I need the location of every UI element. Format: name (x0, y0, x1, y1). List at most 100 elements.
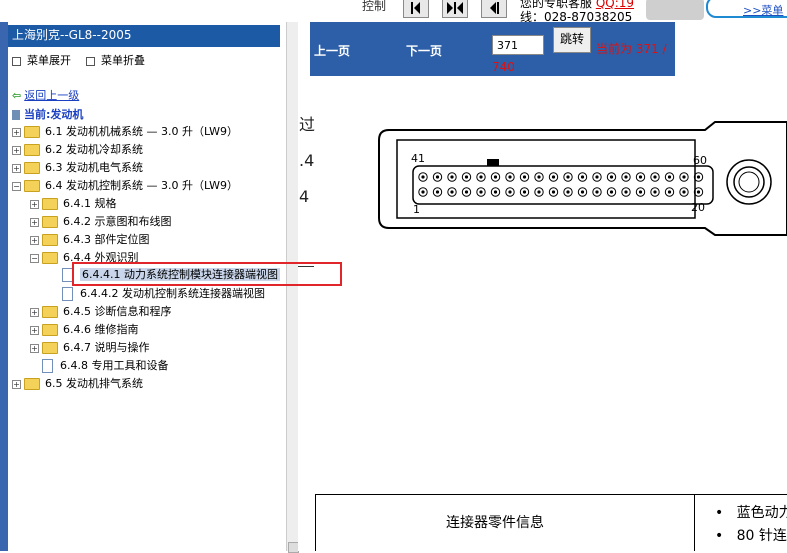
expand-icon[interactable]: + (30, 307, 39, 317)
tree-item[interactable]: +6.2 发动机冷却系统 (12, 142, 143, 158)
tree-item[interactable]: +6.4.1 规格 (30, 196, 117, 212)
first-page-icon[interactable] (403, 0, 429, 18)
expand-icon[interactable]: + (30, 217, 39, 227)
connector-pin-center (696, 175, 701, 179)
back-link[interactable]: ⇦ 返回上一级 (12, 87, 79, 103)
connector-pin-center (464, 175, 469, 179)
tree-item-label: 6.4.7 说明与操作 (63, 341, 150, 354)
expand-icon[interactable]: + (12, 127, 21, 137)
collapse-all-label: 菜单折叠 (101, 54, 145, 67)
connector-diagram: 41 60 1 20 (378, 121, 787, 236)
connector-pin-center (435, 175, 440, 179)
folder-icon (42, 234, 58, 246)
menu-link-box[interactable]: >>菜单 (706, 0, 787, 18)
collapse-icon[interactable]: − (30, 253, 39, 263)
mascot-image (646, 0, 704, 20)
folder-icon (24, 162, 40, 174)
folder-icon (24, 378, 40, 390)
tree-item-label: 6.4 发动机控制系统 — 3.0 升（LW9） (45, 179, 238, 192)
service-label: 您的专职客服 (520, 0, 596, 10)
pin-label-41: 41 (411, 152, 425, 165)
bullet-text: 80 针连 (736, 528, 787, 544)
connector-pin-center (595, 175, 599, 179)
folder-icon (42, 306, 58, 318)
sidebar-title: 上海别克--GL8--2005 (8, 25, 280, 47)
expand-icon[interactable]: + (12, 379, 21, 389)
menu-link[interactable]: >>菜单 (743, 2, 783, 18)
folder-icon (42, 324, 58, 336)
jump-button[interactable]: 跳转 (553, 27, 591, 53)
table-border-left (315, 494, 316, 551)
connector-pin-center (479, 175, 483, 179)
expand-icon[interactable]: + (12, 145, 21, 155)
folder-icon (42, 216, 58, 228)
table-border-top (315, 494, 787, 495)
highlight-box (72, 262, 342, 286)
connector-pin-center (580, 175, 585, 179)
tree-item[interactable]: +6.4.3 部件定位图 (30, 232, 150, 248)
content-pane (298, 22, 787, 551)
connector-pin-center (479, 190, 483, 194)
tree-item[interactable]: − 6.4 发动机控制系统 — 3.0 升（LW9） (12, 178, 238, 194)
connector-pin-center (696, 190, 701, 194)
expand-icon[interactable]: + (30, 199, 39, 209)
tree-item[interactable]: 6.4.8 专用工具和设备 (42, 358, 169, 374)
service-qq-link[interactable]: QQ:19 (596, 0, 634, 10)
tree-item[interactable]: +6.3 发动机电气系统 (12, 160, 143, 176)
connector-pin-center (682, 190, 686, 194)
cut-off-text-3: 4 (299, 187, 310, 206)
prev-page-link[interactable]: 上一页 (314, 42, 350, 59)
tree-item-label: 6.4.6 维修指南 (63, 323, 139, 336)
expand-icon[interactable]: + (30, 343, 39, 353)
cut-off-text-2: .4 (299, 151, 315, 170)
connector-pin-center (566, 190, 570, 194)
page-total: 740 (492, 60, 515, 74)
pin-label-20: 20 (691, 201, 705, 214)
connector-pin-center (667, 190, 672, 194)
connector-pin-center (450, 190, 454, 194)
tree-item-label: 6.4.8 专用工具和设备 (60, 359, 169, 372)
prev-page-icon[interactable] (481, 0, 507, 18)
pin-label-60: 60 (693, 154, 707, 167)
expand-all-button[interactable]: 菜单展开 (12, 52, 71, 68)
connector-info-heading: 连接器零件信息 (446, 515, 544, 531)
sidebar-edge (0, 22, 8, 551)
fit-page-icon[interactable] (442, 0, 468, 18)
document-icon (42, 359, 53, 373)
back-label: 返回上一级 (24, 89, 80, 102)
connector-pin-center (493, 175, 498, 179)
pin-label-1: 1 (413, 203, 420, 216)
tree-item[interactable]: 6.4.4.2 发动机控制系统连接器端视图 (62, 286, 265, 302)
current-section: 当前:发动机 (12, 106, 83, 122)
tree-item[interactable]: +6.1 发动机机械系统 — 3.0 升（LW9） (12, 124, 238, 140)
connector-pin-center (508, 190, 512, 194)
folder-icon (24, 126, 40, 138)
nav-bar-spacer (675, 22, 787, 76)
back-arrow-icon: ⇦ (12, 89, 22, 102)
connector-pin-center (522, 190, 527, 194)
tree-item[interactable]: +6.4.2 示意图和布线图 (30, 214, 172, 230)
tree-item[interactable]: +6.4.6 维修指南 (30, 322, 139, 338)
page-number-input[interactable] (492, 35, 544, 55)
expand-icon[interactable]: + (30, 325, 39, 335)
expand-icon[interactable]: + (12, 163, 21, 173)
connector-pin-center (493, 190, 498, 194)
tree-item[interactable]: +6.5 发动机排气系统 (12, 376, 143, 392)
tree-item[interactable]: +6.4.7 说明与操作 (30, 340, 150, 356)
connector-pin-center (522, 175, 527, 179)
tree-item-label: 6.4.2 示意图和布线图 (63, 215, 172, 228)
expand-icon[interactable]: + (30, 235, 39, 245)
tree-item-label: 6.4.3 部件定位图 (63, 233, 150, 246)
connector-pin-center (682, 175, 686, 179)
collapse-all-button[interactable]: 菜单折叠 (86, 52, 145, 68)
connector-pin-center (435, 190, 440, 194)
connector-pin-center (609, 190, 614, 194)
connector-pin-center (653, 175, 657, 179)
page-status: 当前为 371 / (596, 42, 667, 56)
tree-item-label: 6.4.5 诊断信息和程序 (63, 305, 172, 318)
folder-icon (42, 342, 58, 354)
collapse-icon[interactable]: − (12, 181, 21, 191)
next-page-link[interactable]: 下一页 (406, 42, 442, 59)
tree-item[interactable]: +6.4.5 诊断信息和程序 (30, 304, 172, 320)
connector-pin-center (638, 190, 643, 194)
